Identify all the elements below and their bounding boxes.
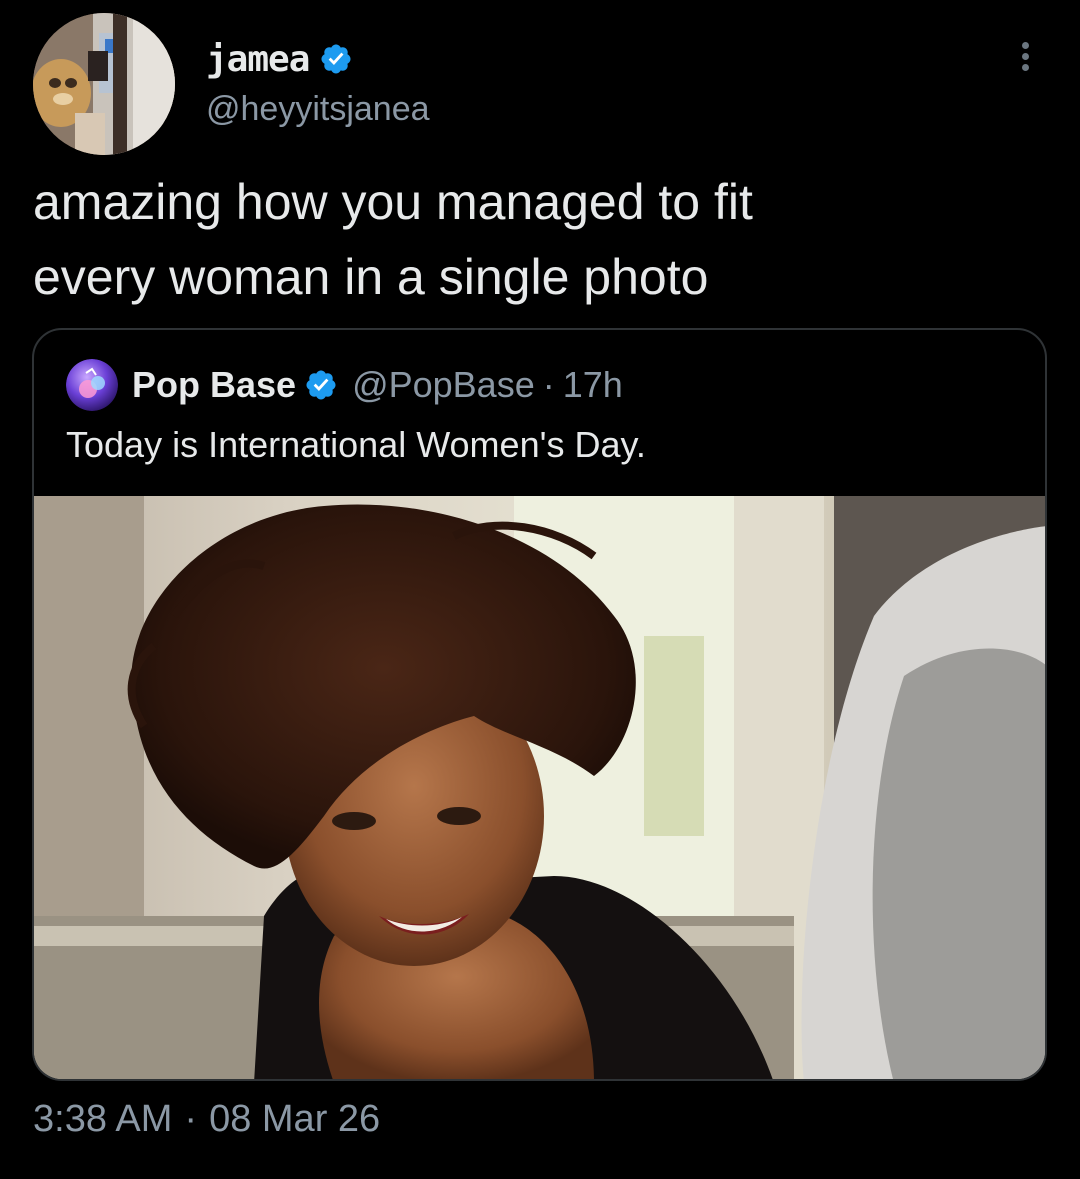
portrait-photo-icon <box>34 496 1045 1079</box>
quoted-tweet-text: Today is International Women's Day. <box>66 424 646 465</box>
verified-badge-icon <box>319 42 353 76</box>
tweet-date: 08 Mar 26 <box>209 1098 381 1140</box>
more-dot-icon <box>1021 63 1029 71</box>
profile-photo-icon <box>33 13 175 155</box>
quoted-tweet-time[interactable]: 17h <box>563 364 623 406</box>
more-dot-icon <box>1021 52 1029 60</box>
quoted-author-handle[interactable]: @PopBase <box>352 364 535 406</box>
more-dot-icon <box>1021 41 1029 49</box>
tweet-time: 3:38 AM <box>33 1098 173 1140</box>
separator-dot: · <box>542 364 555 405</box>
author-display-name[interactable]: jamea <box>206 39 310 80</box>
pop-base-logo-icon <box>66 359 118 411</box>
tweet-timestamp[interactable]: 3:38 AM · 08 Mar 26 <box>33 1098 380 1141</box>
tweet: jamea @heyyitsjanea amazing how you mana… <box>0 0 1080 1179</box>
tweet-text: amazing how you managed to fit every wom… <box>33 174 753 305</box>
author-name-row: jamea <box>206 36 353 82</box>
separator-dot: · <box>184 1098 198 1140</box>
more-options-button[interactable] <box>1010 36 1040 76</box>
author-handle[interactable]: @heyyitsjanea <box>206 90 430 129</box>
verified-badge-icon <box>304 368 338 402</box>
quoted-author-name[interactable]: Pop Base <box>132 364 296 406</box>
author-avatar[interactable] <box>33 13 175 155</box>
quoted-tweet-photo[interactable] <box>34 496 1045 1079</box>
quoted-tweet-header: Pop Base @PopBase · 17h <box>66 358 623 412</box>
quoted-tweet-card[interactable]: Pop Base @PopBase · 17h Today is Interna… <box>32 328 1047 1081</box>
quoted-author-avatar[interactable] <box>66 359 118 411</box>
